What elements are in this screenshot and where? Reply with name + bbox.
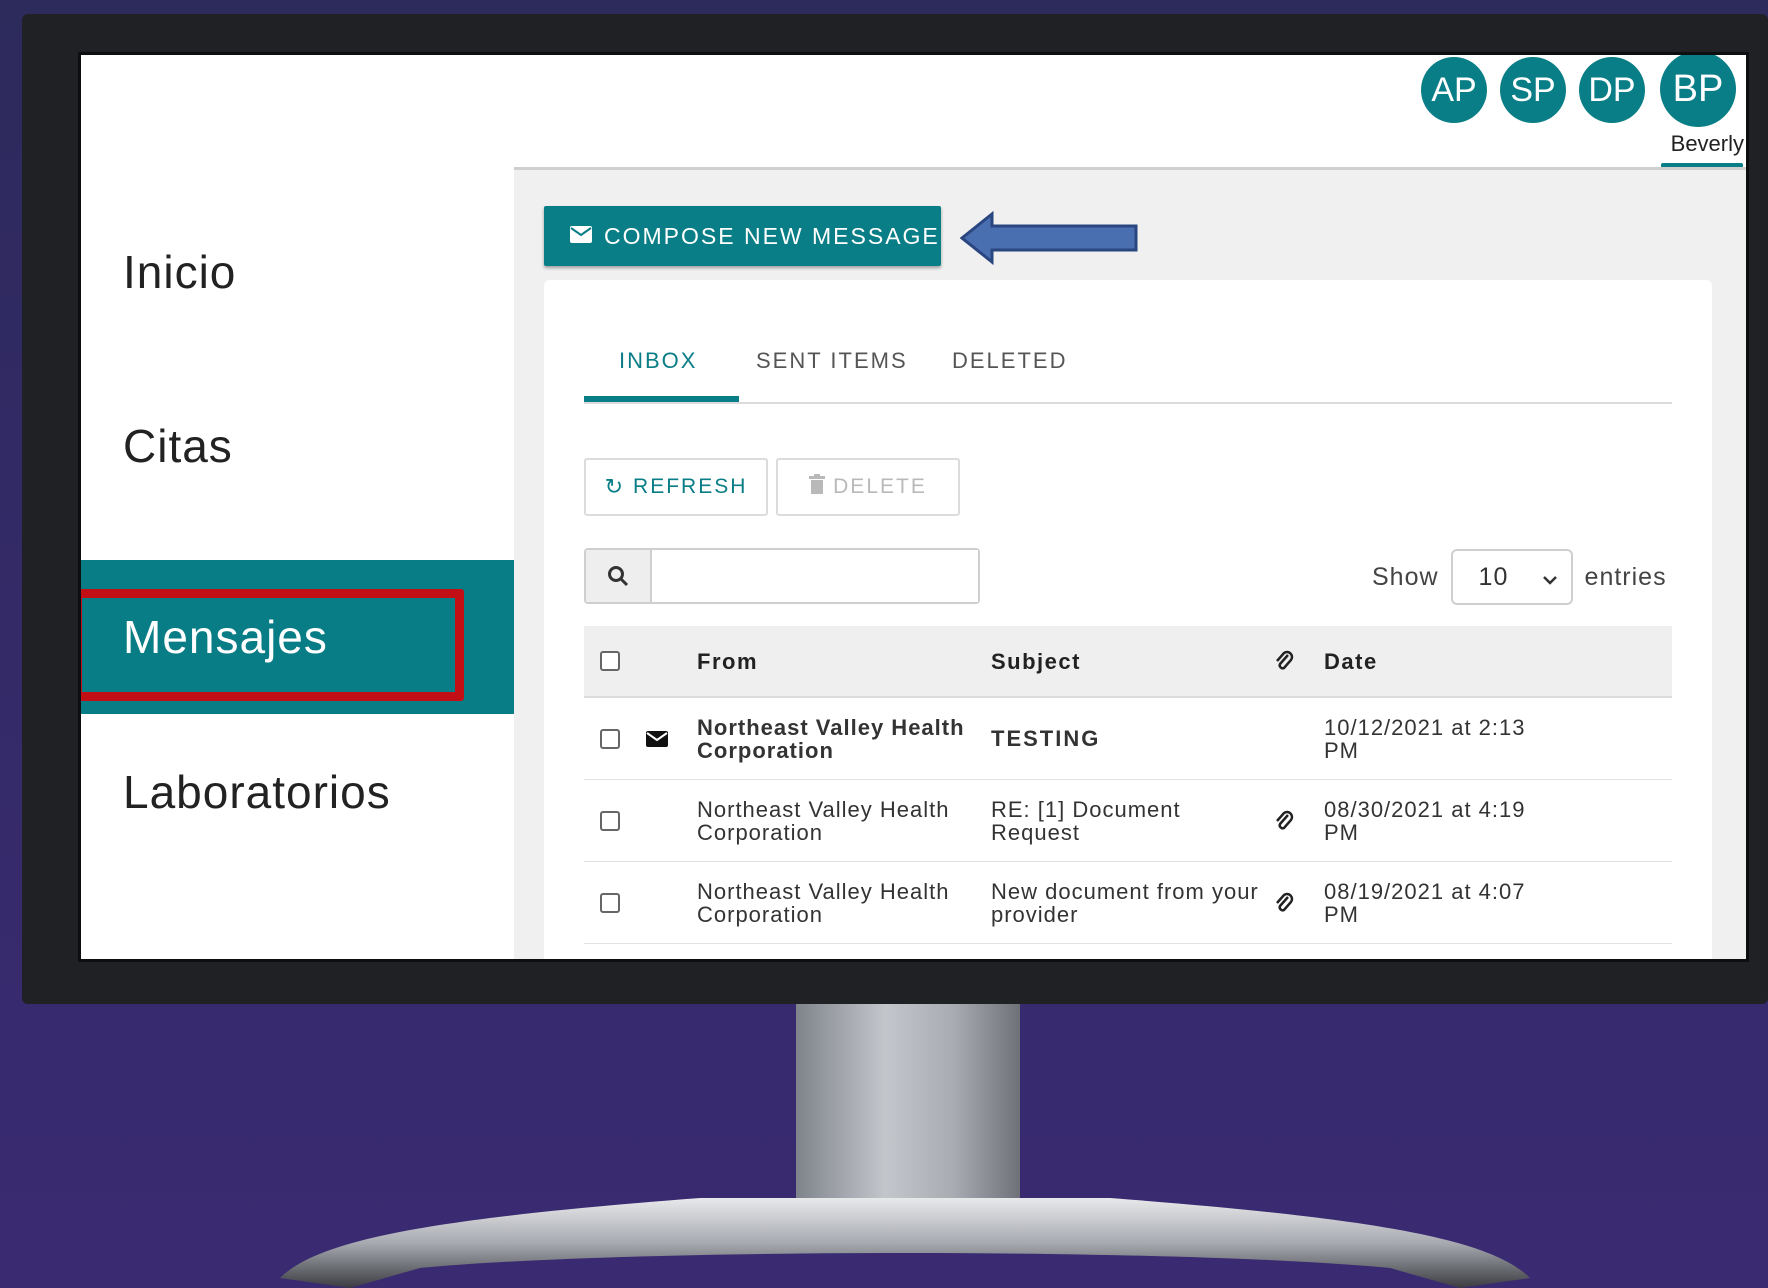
delete-label: DELETE xyxy=(833,475,927,498)
message-subject: TESTING xyxy=(991,726,1101,751)
column-header-subject[interactable]: Subject xyxy=(991,626,1081,696)
refresh-label: REFRESH xyxy=(633,475,748,498)
table-row[interactable]: Northeast Valley Health Corporation New … xyxy=(584,862,1672,944)
select-all-checkbox[interactable] xyxy=(600,651,620,671)
row-checkbox[interactable] xyxy=(600,729,620,749)
main-content: COMPOSE NEW MESSAGE INBOX SENT ITEMS DEL… xyxy=(514,167,1746,959)
sidebar-item-laboratorios[interactable]: Laboratorios xyxy=(81,705,514,879)
table-row[interactable]: Northeast Valley Health Corporation TEST… xyxy=(584,698,1672,780)
trash-icon xyxy=(809,474,826,500)
avatar[interactable]: DP xyxy=(1579,57,1645,123)
column-header-from[interactable]: From xyxy=(697,626,758,696)
envelope-icon xyxy=(570,223,592,249)
messages-card: INBOX SENT ITEMS DELETED ↻ REFRESH DELET… xyxy=(544,280,1712,959)
tab-bar: INBOX SENT ITEMS DELETED xyxy=(584,320,1672,404)
tab-sent-items[interactable]: SENT ITEMS xyxy=(756,320,908,402)
tab-deleted[interactable]: DELETED xyxy=(952,320,1067,402)
arrow-left-icon xyxy=(960,210,1138,266)
row-checkbox[interactable] xyxy=(600,893,620,913)
refresh-button[interactable]: ↻ REFRESH xyxy=(584,458,768,516)
message-subject: RE: [1] Document Request xyxy=(991,796,1181,845)
search-box xyxy=(584,548,980,604)
message-date: 10/12/2021 at 2:13 PM xyxy=(1324,714,1526,763)
message-subject: New document from your provider xyxy=(991,878,1259,927)
entries-select[interactable]: 10 xyxy=(1450,549,1573,605)
entries-control: Show 10 entries xyxy=(1372,548,1667,606)
message-from: Northeast Valley Health Corporation xyxy=(697,714,965,763)
avatar-initials: AP xyxy=(1431,70,1477,109)
message-date: 08/19/2021 at 4:07 PM xyxy=(1324,878,1526,927)
avatar-initials: BP xyxy=(1672,67,1724,110)
sidebar-item-citas[interactable]: Citas xyxy=(81,359,514,533)
delete-button[interactable]: DELETE xyxy=(776,458,960,516)
tab-label: SENT ITEMS xyxy=(756,348,908,373)
monitor-stand xyxy=(796,1004,1020,1204)
message-from: Northeast Valley Health Corporation xyxy=(697,796,950,845)
sidebar-item-label: Inicio xyxy=(123,246,237,298)
tab-inbox[interactable]: INBOX xyxy=(619,320,697,402)
avatar-initials: DP xyxy=(1588,70,1636,109)
tab-label: INBOX xyxy=(619,348,698,373)
envelope-icon xyxy=(646,698,668,779)
avatar[interactable]: AP xyxy=(1421,57,1487,123)
message-from: Northeast Valley Health Corporation xyxy=(697,878,950,927)
compose-label: COMPOSE NEW MESSAGE xyxy=(604,222,940,249)
table-header: From Subject Date xyxy=(584,626,1672,698)
paperclip-icon xyxy=(1274,862,1294,943)
chevron-down-icon xyxy=(1542,563,1557,592)
avatar[interactable]: SP xyxy=(1500,57,1566,123)
message-date: 08/30/2021 at 4:19 PM xyxy=(1324,796,1526,845)
paperclip-icon xyxy=(1274,626,1294,696)
sidebar-item-label: Laboratorios xyxy=(123,766,391,818)
highlight-box xyxy=(81,589,464,701)
search-input[interactable] xyxy=(652,550,978,602)
avatar-initials: SP xyxy=(1510,70,1556,109)
sidebar-item-inicio[interactable]: Inicio xyxy=(81,185,514,359)
entries-label: entries xyxy=(1584,562,1667,591)
refresh-icon: ↻ xyxy=(604,474,626,499)
compose-new-message-button[interactable]: COMPOSE NEW MESSAGE xyxy=(544,206,941,266)
active-tab-indicator xyxy=(584,396,739,402)
entries-value: 10 xyxy=(1478,562,1509,591)
column-header-date[interactable]: Date xyxy=(1324,626,1378,696)
row-checkbox[interactable] xyxy=(600,811,620,831)
show-label: Show xyxy=(1372,562,1439,591)
app-screen: Inicio Citas Mensajes Laboratorios AP SP… xyxy=(78,52,1749,962)
tab-label: DELETED xyxy=(952,348,1068,373)
table-row[interactable]: Northeast Valley Health Corporation RE: … xyxy=(584,780,1672,862)
messages-table: From Subject Date Northeast Valley Healt… xyxy=(584,626,1672,944)
monitor-base xyxy=(280,1198,1530,1288)
paperclip-icon xyxy=(1274,780,1294,861)
search-icon[interactable] xyxy=(586,550,652,602)
avatar-current-user[interactable]: BP xyxy=(1660,55,1736,127)
sidebar-item-label: Citas xyxy=(123,420,233,472)
user-name: Beverly xyxy=(1670,131,1744,156)
